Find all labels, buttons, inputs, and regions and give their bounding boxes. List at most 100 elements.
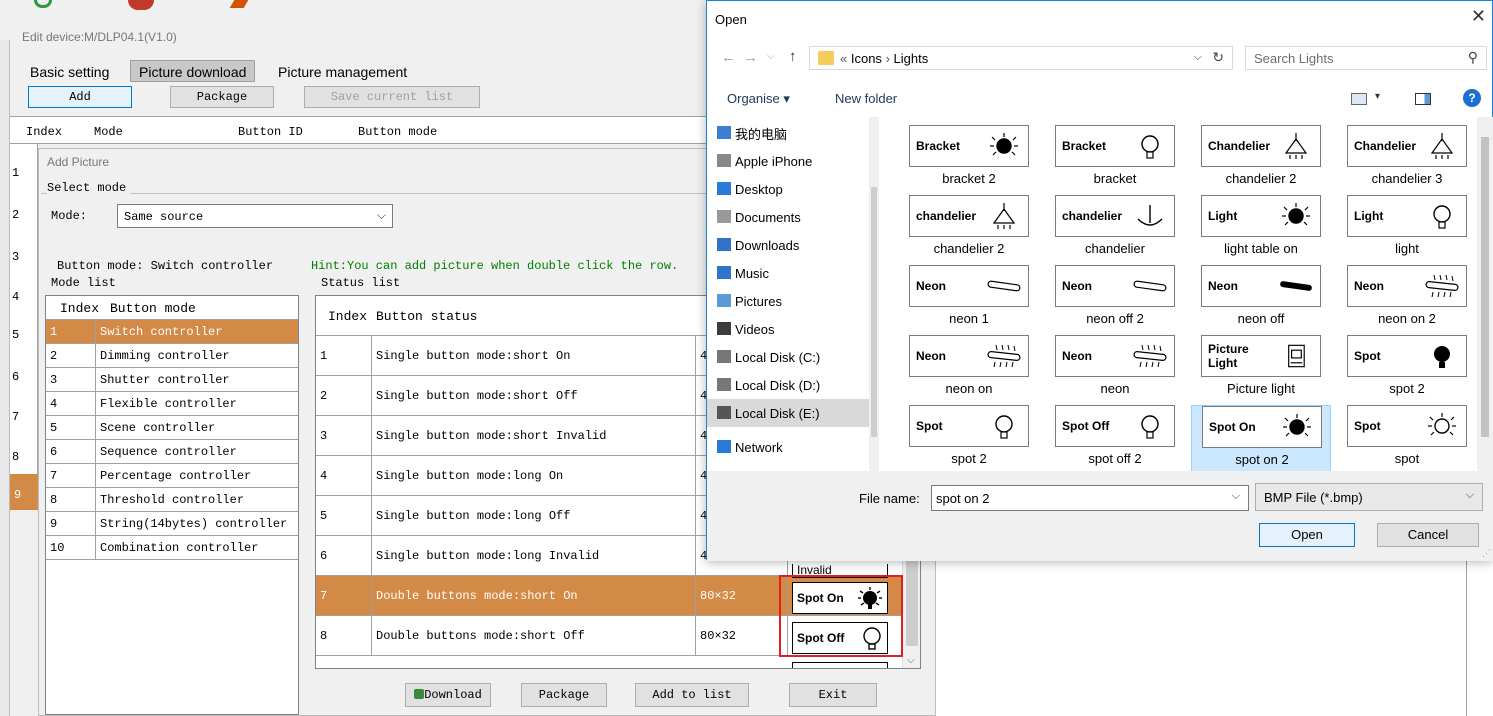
view-chevron-icon[interactable]: ▾: [1375, 91, 1380, 102]
mode-list-row[interactable]: 1 Switch controller: [46, 320, 298, 344]
file-type-select[interactable]: BMP File (*.bmp) ⌵: [1255, 483, 1483, 511]
file-name-label: File name:: [859, 491, 920, 506]
nav-item-label: Downloads: [735, 237, 800, 253]
nav-item[interactable]: Local Disk (D:): [707, 371, 879, 399]
nav-item-icon: [717, 322, 731, 335]
mode-list-row[interactable]: 6 Sequence controller: [46, 440, 298, 464]
file-item[interactable]: Bracket bracket 2: [899, 125, 1039, 191]
nav-item[interactable]: Apple iPhone: [707, 147, 879, 175]
nav-item[interactable]: Music: [707, 259, 879, 287]
organise-menu[interactable]: Organise ▾: [727, 91, 790, 107]
forward-arrow-icon[interactable]: →: [743, 49, 758, 66]
bulb-icon: [1283, 414, 1311, 437]
mode-list-row[interactable]: 5 Scene controller: [46, 416, 298, 440]
new-folder-button[interactable]: New folder: [835, 91, 897, 106]
mode-list-row[interactable]: 7 Percentage controller: [46, 464, 298, 488]
file-thumbnail-text: Spot: [1354, 419, 1381, 433]
add-button[interactable]: Add: [28, 86, 132, 108]
search-box[interactable]: Search Lights ⚲: [1245, 46, 1487, 70]
history-chevron-icon[interactable]: ⌵: [767, 51, 775, 62]
preview-pane-icon[interactable]: [1415, 93, 1431, 105]
help-icon[interactable]: ?: [1463, 89, 1481, 107]
mode-list-row[interactable]: 2 Dimming controller: [46, 344, 298, 368]
mode-list-row[interactable]: 8 Threshold controller: [46, 488, 298, 512]
file-item[interactable]: Neon neon 1: [899, 265, 1039, 331]
nav-item[interactable]: Network: [707, 433, 879, 461]
nav-item-icon: [717, 210, 731, 223]
refresh-icon[interactable]: ↻: [1212, 49, 1224, 66]
breadcrumb-icons[interactable]: Icons: [851, 51, 882, 66]
file-name-dropdown-icon[interactable]: ⌵: [1232, 490, 1240, 503]
package-dialog-button[interactable]: Package: [521, 683, 607, 707]
breadcrumb-lights[interactable]: Lights: [894, 51, 929, 66]
mode-list-row[interactable]: 3 Shutter controller: [46, 368, 298, 392]
exit-button[interactable]: Exit: [789, 683, 877, 707]
file-item[interactable]: chandelier chandelier: [1045, 195, 1185, 261]
file-scrollbar-thumb[interactable]: [1481, 137, 1489, 437]
nav-item-icon: [717, 266, 731, 279]
add-to-list-button[interactable]: Add to list: [635, 683, 749, 707]
mode-list-row[interactable]: 4 Flexible controller: [46, 392, 298, 416]
tab-basic-setting[interactable]: Basic setting: [24, 62, 115, 82]
address-bar[interactable]: « Icons › Lights ⌵ ↻: [809, 46, 1233, 70]
nav-scrollbar[interactable]: [869, 117, 879, 471]
file-scrollbar[interactable]: [1477, 117, 1493, 471]
open-button[interactable]: Open: [1259, 523, 1355, 547]
status-index: 3: [316, 416, 372, 455]
nav-scrollbar-thumb[interactable]: [871, 187, 877, 437]
file-item[interactable]: Spot Off spot off 2: [1045, 405, 1185, 471]
search-input[interactable]: Search Lights: [1254, 51, 1334, 66]
mode-list-row[interactable]: 10 Combination controller: [46, 536, 298, 560]
nav-item[interactable]: Local Disk (C:): [707, 343, 879, 371]
nav-item[interactable]: Videos: [707, 315, 879, 343]
file-item[interactable]: Light light table on: [1191, 195, 1331, 261]
status-index: 1: [316, 336, 372, 375]
file-item[interactable]: Spot On spot on 2: [1191, 405, 1331, 471]
close-icon[interactable]: ✕: [1471, 6, 1486, 27]
package-button[interactable]: Package: [170, 86, 274, 108]
file-item[interactable]: Light light: [1337, 195, 1477, 261]
file-item[interactable]: Spot spot: [1337, 405, 1477, 471]
open-dialog-title: Open: [715, 12, 747, 27]
address-dropdown-icon[interactable]: ⌵: [1194, 51, 1202, 64]
file-item[interactable]: Spot spot 2: [1337, 335, 1477, 401]
file-item[interactable]: Neon neon on: [899, 335, 1039, 401]
nav-item-icon: [717, 238, 731, 251]
file-label: chandelier: [1085, 241, 1145, 256]
download-button[interactable]: Download: [405, 683, 491, 707]
file-thumbnail-text: Neon: [1062, 349, 1092, 363]
cancel-button[interactable]: Cancel: [1377, 523, 1479, 547]
file-item[interactable]: chandelier chandelier 2: [899, 195, 1039, 261]
nav-item[interactable]: Desktop: [707, 175, 879, 203]
nav-item[interactable]: Downloads: [707, 231, 879, 259]
file-item[interactable]: Neon neon off: [1191, 265, 1331, 331]
file-item[interactable]: Chandelier chandelier 3: [1337, 125, 1477, 191]
view-options-icon[interactable]: [1351, 93, 1367, 105]
nav-item[interactable]: Documents: [707, 203, 879, 231]
file-label: Picture light: [1227, 381, 1295, 396]
file-item[interactable]: Neon neon on 2: [1337, 265, 1477, 331]
resize-grip-icon[interactable]: ⋰: [1482, 548, 1491, 559]
row-number: 3: [12, 250, 20, 264]
nav-item[interactable]: Pictures: [707, 287, 879, 315]
tab-picture-download[interactable]: Picture download: [130, 60, 256, 82]
nav-item[interactable]: 我的电脑: [707, 119, 879, 147]
search-icon[interactable]: ⚲: [1468, 49, 1478, 66]
file-name-input[interactable]: spot on 2 ⌵: [931, 485, 1249, 511]
up-arrow-icon[interactable]: ↑: [789, 48, 797, 65]
mode-index: 1: [46, 320, 96, 343]
tab-picture-management[interactable]: Picture management: [272, 62, 413, 82]
file-item[interactable]: Bracket bracket: [1045, 125, 1185, 191]
scroll-down-arrow-icon[interactable]: ⌵: [907, 655, 915, 666]
nav-item-label: Network: [735, 439, 783, 455]
mode-select[interactable]: Same source ⌵: [117, 204, 393, 228]
back-arrow-icon[interactable]: ←: [721, 49, 736, 66]
file-item[interactable]: Picture Light Picture light: [1191, 335, 1331, 401]
nav-item[interactable]: Local Disk (E:): [707, 399, 879, 427]
save-current-list-button[interactable]: Save current list: [304, 86, 480, 108]
mode-list-row[interactable]: 9 String(14bytes) controller: [46, 512, 298, 536]
file-item[interactable]: Neon neon: [1045, 335, 1185, 401]
file-item[interactable]: Chandelier chandelier 2: [1191, 125, 1331, 191]
file-item[interactable]: Spot spot 2: [899, 405, 1039, 471]
file-item[interactable]: Neon neon off 2: [1045, 265, 1185, 331]
